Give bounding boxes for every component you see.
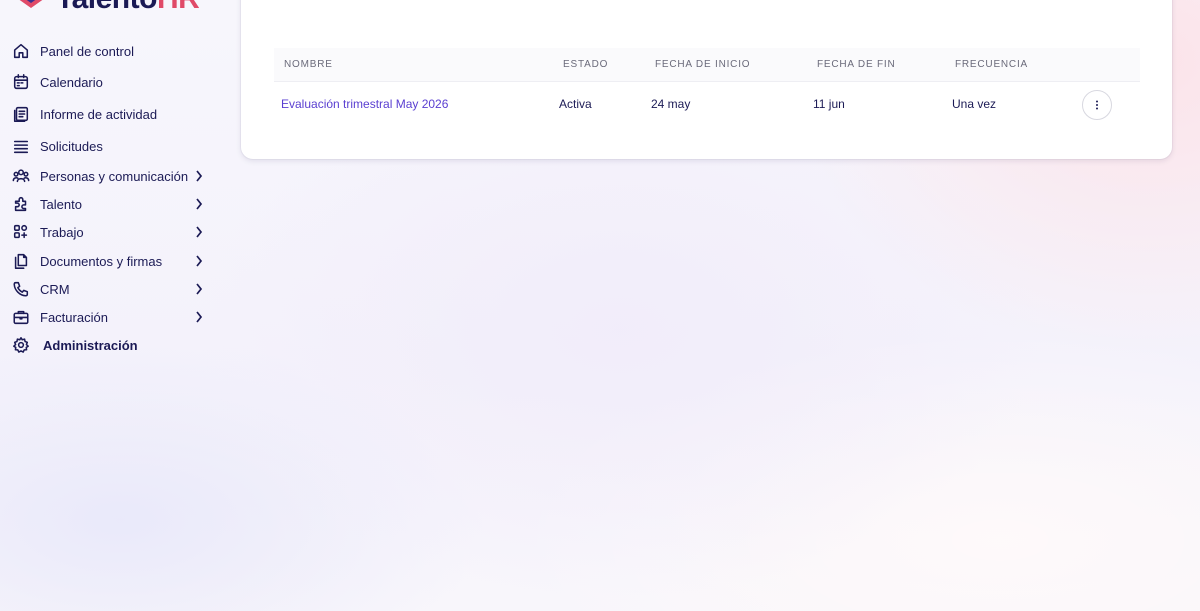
sidebar-item-label: CRM xyxy=(40,281,70,297)
chevron-right-icon xyxy=(194,283,204,295)
puzzle-icon xyxy=(12,195,30,213)
row-actions-button[interactable] xyxy=(1082,90,1112,120)
phone-icon xyxy=(12,280,30,298)
sidebar-item-panel-de-control[interactable]: Panel de control xyxy=(12,39,204,63)
column-header-frecuencia[interactable]: FRECUENCIA xyxy=(955,59,1028,70)
row-name-link[interactable]: Evaluación trimestral May 2026 xyxy=(281,82,448,126)
brand-name: TalentoHR xyxy=(56,0,199,14)
main-card: NOMBRE ESTADO FECHA DE INICIO FECHA DE F… xyxy=(241,0,1172,159)
column-header-nombre[interactable]: NOMBRE xyxy=(284,59,333,70)
sidebar-item-talento[interactable]: Talento xyxy=(12,192,204,216)
sidebar-item-crm[interactable]: CRM xyxy=(12,277,204,301)
column-header-fecha-fin[interactable]: FECHA DE FIN xyxy=(817,59,896,70)
sidebar-item-label: Administración xyxy=(43,337,138,353)
sidebar-item-label: Trabajo xyxy=(40,224,84,240)
chevron-right-icon xyxy=(194,226,204,238)
row-end-date: 11 jun xyxy=(813,97,845,111)
column-header-fecha-inicio[interactable]: FECHA DE INICIO xyxy=(655,59,750,70)
sidebar-item-informe-de-actividad[interactable]: Informe de actividad xyxy=(12,102,204,126)
row-status: Activa xyxy=(559,97,592,111)
sidebar-item-label: Panel de control xyxy=(40,43,134,59)
sidebar-item-documentos-y-firmas[interactable]: Documentos y firmas xyxy=(12,249,204,273)
table-row[interactable]: Evaluación trimestral May 2026 Activa 24… xyxy=(274,82,1140,126)
sidebar-item-label: Informe de actividad xyxy=(40,106,158,122)
table-header: NOMBRE ESTADO FECHA DE INICIO FECHA DE F… xyxy=(274,48,1140,82)
home-icon xyxy=(12,42,30,60)
chevron-right-icon xyxy=(194,311,204,323)
sidebar-item-label: Talento xyxy=(40,196,82,212)
sidebar-item-label: Documentos y firmas xyxy=(40,253,163,269)
list-icon xyxy=(12,137,30,155)
logo-mark-icon xyxy=(12,0,50,14)
sidebar-item-label: Facturación xyxy=(40,309,108,325)
chevron-right-icon xyxy=(194,255,204,267)
sidebar-item-trabajo[interactable]: Trabajo xyxy=(12,220,204,244)
brand-name-main: Talento xyxy=(56,0,157,14)
sidebar-item-label: Solicitudes xyxy=(40,138,103,154)
report-icon xyxy=(12,105,30,123)
gear-icon xyxy=(12,336,30,354)
calendar-icon xyxy=(12,73,30,91)
people-icon xyxy=(12,167,30,185)
chevron-right-icon xyxy=(194,198,204,210)
column-header-estado[interactable]: ESTADO xyxy=(563,59,608,70)
sidebar-item-label: Personas y comunicación xyxy=(40,168,189,184)
sidebar-item-solicitudes[interactable]: Solicitudes xyxy=(12,134,204,158)
brand-logo[interactable]: TalentoHR xyxy=(12,0,212,14)
grid-icon xyxy=(12,223,30,241)
briefcase-icon xyxy=(12,308,30,326)
row-start-date: 24 may xyxy=(651,97,691,111)
sidebar-item-administracion[interactable]: Administración xyxy=(12,333,204,357)
brand-name-accent: HR xyxy=(157,0,199,14)
evaluations-table: NOMBRE ESTADO FECHA DE INICIO FECHA DE F… xyxy=(274,48,1140,126)
documents-icon xyxy=(12,252,30,270)
sidebar-item-facturacion[interactable]: Facturación xyxy=(12,305,204,329)
row-frequency: Una vez xyxy=(952,97,997,111)
more-vertical-icon xyxy=(1096,100,1098,110)
sidebar-item-personas-y-comunicacion[interactable]: Personas y comunicación xyxy=(12,164,204,188)
chevron-right-icon xyxy=(194,170,204,182)
sidebar-item-calendario[interactable]: Calendario xyxy=(12,70,204,94)
sidebar-item-label: Calendario xyxy=(40,74,103,90)
